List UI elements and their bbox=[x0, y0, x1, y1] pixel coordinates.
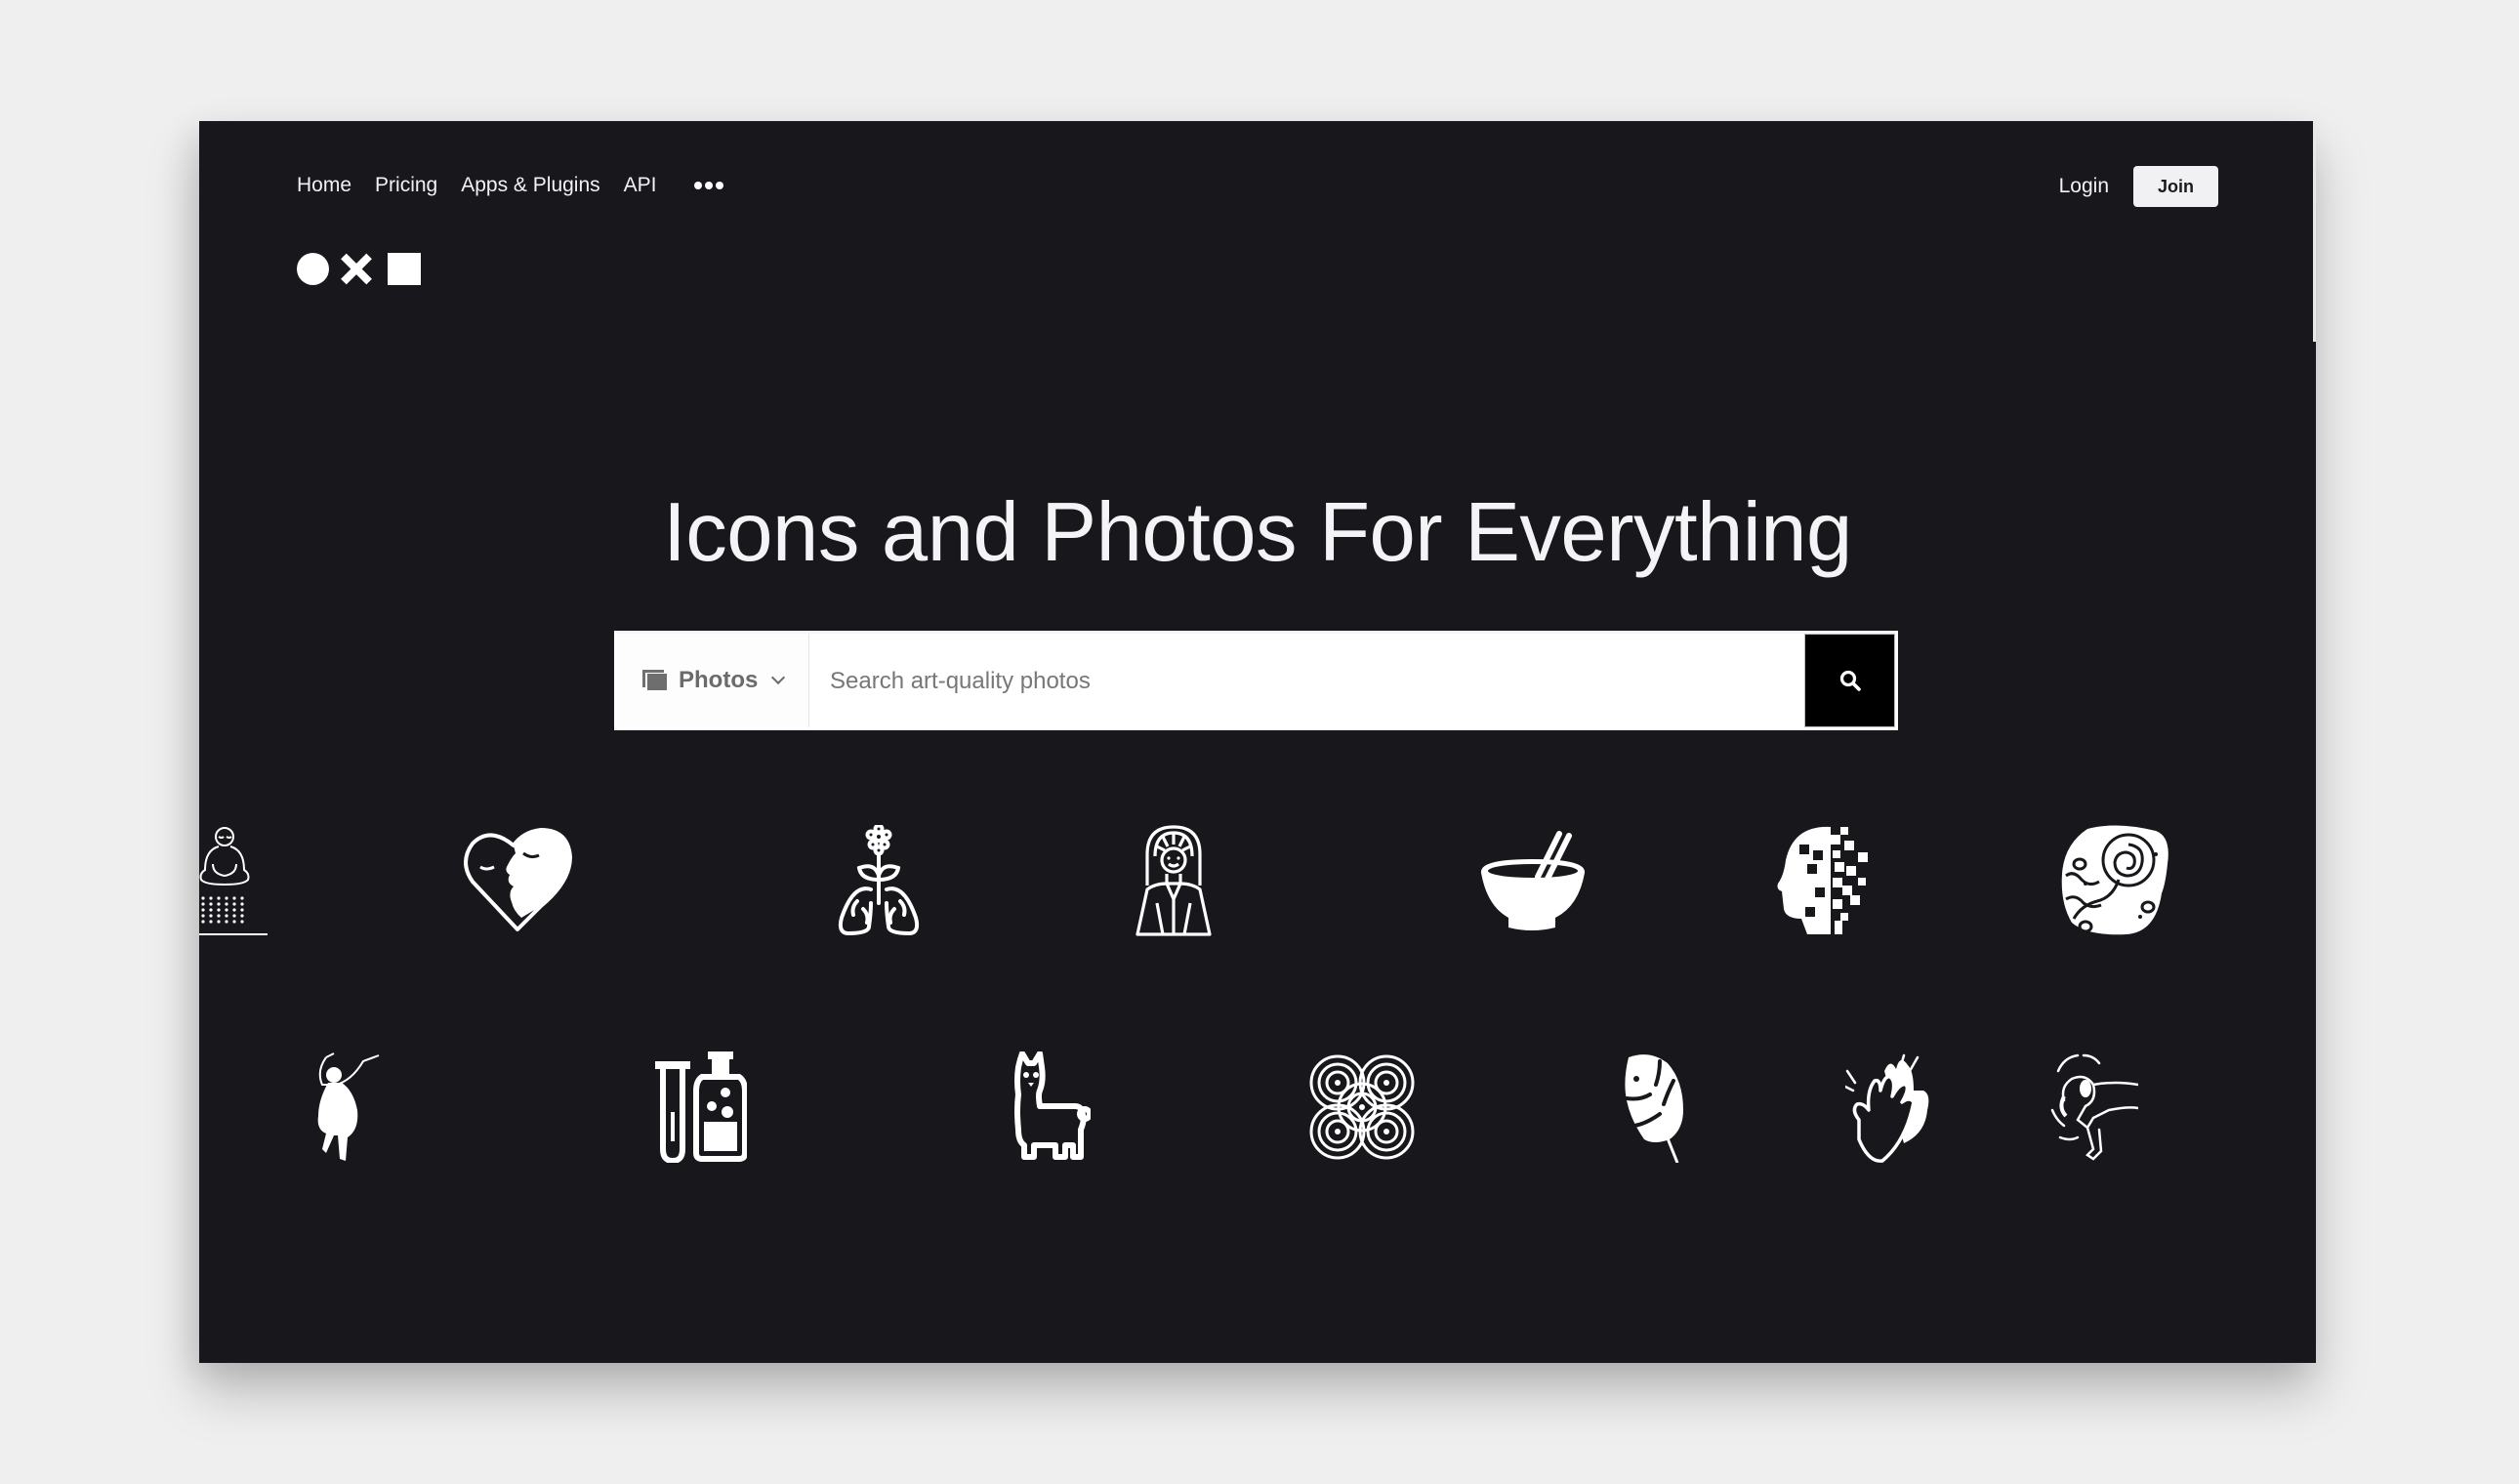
nav-pricing[interactable]: Pricing bbox=[375, 174, 437, 197]
lab-bottles-icon[interactable] bbox=[651, 1051, 747, 1163]
bowl-chopsticks-icon[interactable] bbox=[1477, 830, 1589, 931]
more-dots-icon[interactable] bbox=[693, 182, 723, 189]
login-link[interactable]: Login bbox=[2059, 175, 2109, 198]
auth-area: Login Join bbox=[2059, 166, 2218, 207]
search-bar: Photos bbox=[614, 631, 1898, 730]
meditation-person-icon[interactable] bbox=[199, 825, 268, 936]
spinning-dancer-icon[interactable] bbox=[2050, 1051, 2138, 1163]
nav-home[interactable]: Home bbox=[297, 174, 351, 197]
hero-panel: Home Pricing Apps & Plugins API Login Jo… bbox=[199, 121, 2316, 1363]
top-nav: Home Pricing Apps & Plugins API bbox=[297, 174, 723, 197]
search-icon bbox=[1839, 670, 1861, 691]
scrollbar[interactable] bbox=[2313, 121, 2316, 342]
heart-face-icon[interactable] bbox=[463, 828, 573, 933]
search-input[interactable] bbox=[809, 634, 1804, 729]
fossil-spiral-icon[interactable] bbox=[2058, 825, 2171, 936]
pixel-head-icon[interactable] bbox=[1774, 825, 1883, 936]
spiral-knot-icon[interactable] bbox=[1306, 1051, 1418, 1163]
join-button[interactable]: Join bbox=[2133, 166, 2218, 207]
logo-circle-icon bbox=[297, 253, 329, 285]
monstera-leaf-icon[interactable] bbox=[1621, 1051, 1687, 1163]
search-type-dropdown[interactable]: Photos bbox=[617, 634, 809, 727]
search-button[interactable] bbox=[1804, 634, 1895, 727]
nav-api[interactable]: API bbox=[624, 174, 657, 197]
search-type-label: Photos bbox=[679, 667, 759, 693]
lungs-flower-icon[interactable] bbox=[836, 825, 923, 936]
logo[interactable] bbox=[297, 253, 421, 285]
dancing-woman-icon[interactable] bbox=[312, 1051, 383, 1163]
clapping-hands-icon[interactable] bbox=[1845, 1051, 1929, 1163]
nav-apps-plugins[interactable]: Apps & Plugins bbox=[461, 174, 599, 197]
logo-square-icon bbox=[388, 253, 421, 285]
chevron-down-icon bbox=[771, 670, 786, 685]
woman-portrait-icon[interactable] bbox=[1136, 825, 1212, 936]
logo-cross-icon bbox=[340, 253, 372, 285]
llama-icon[interactable] bbox=[1011, 1051, 1091, 1163]
page-title: Icons and Photos For Everything bbox=[663, 486, 1852, 579]
photo-icon bbox=[642, 670, 668, 691]
